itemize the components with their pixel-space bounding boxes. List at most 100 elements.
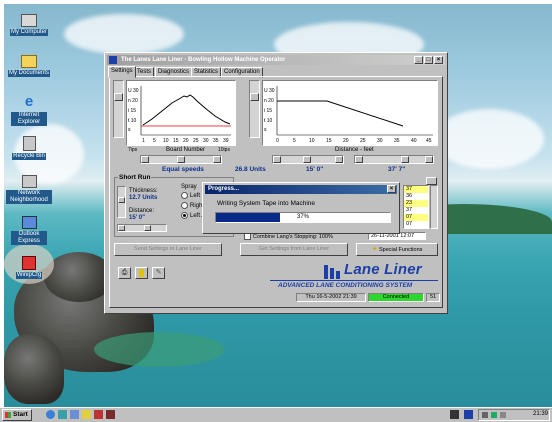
thickness-label: Thickness: <box>129 188 158 194</box>
y-label-2: i 15 <box>128 108 136 114</box>
network-tray-icon[interactable] <box>491 412 497 418</box>
values-list[interactable]: 37 36 23 37 07 07 <box>403 185 429 229</box>
volume-icon[interactable] <box>482 412 488 418</box>
exit-door-icon <box>139 269 144 277</box>
desktop-icon-network[interactable]: Network Neighborhood <box>0 175 64 204</box>
status-number: 51 <box>426 293 440 302</box>
list-action-button[interactable] <box>426 177 437 185</box>
board-profile-line <box>142 94 231 126</box>
progress-dialog-titlebar: Progress... × <box>205 185 397 194</box>
list-item[interactable]: 37 <box>404 186 428 193</box>
x-tick-3: 15 <box>173 138 179 144</box>
spray-left-and-radio-circle <box>181 212 188 219</box>
r-x-tick-8: 40 <box>411 138 417 144</box>
spray-left-radio[interactable]: Left <box>181 192 200 199</box>
desktop-icon-my-documents[interactable]: My Documents <box>0 55 64 77</box>
r-y-label-2: i 15 <box>264 108 272 114</box>
units-readout: 26.8 Units <box>235 166 266 173</box>
r-x-tick-4: 20 <box>343 138 349 144</box>
spray-right-radio[interactable]: Right <box>181 202 204 209</box>
r-x-tick-2: 10 <box>309 138 315 144</box>
status-datetime-text: Thu 16-5-2002 21:39 <box>305 294 357 300</box>
list-item[interactable]: 07 <box>404 221 428 228</box>
x-tick-5: 25 <box>193 138 199 144</box>
equal-speeds-readout: Equal speeds <box>162 166 204 173</box>
short-run-distance-slider[interactable] <box>117 224 167 232</box>
distance-profile-chart: U 30 n 20 i 15 t 10 s 0 5 10 15 20 25 30 <box>262 80 438 146</box>
tray-app-icon-2[interactable] <box>464 410 473 419</box>
r-y-label-1: n 20 <box>264 98 274 104</box>
desktop-icon-winipcfg[interactable]: WinipCfg <box>0 256 64 279</box>
quick-launch-desktop-icon[interactable] <box>58 410 67 419</box>
special-functions-icon: ✦ <box>371 246 378 253</box>
list-item[interactable]: 07 <box>404 214 428 221</box>
printer-tray-icon[interactable] <box>500 412 506 418</box>
left-vertical-slider[interactable] <box>113 80 124 138</box>
left-chart-xlabel: Board Number <box>166 147 206 153</box>
progress-bar: 37% <box>215 212 391 223</box>
start-button[interactable]: Start <box>2 409 32 421</box>
speed-slider[interactable] <box>140 155 222 164</box>
desktop-icon-internet-explorer[interactable]: e Internet Explorer <box>0 94 64 126</box>
distance-label: Distance: <box>129 208 155 214</box>
list-item[interactable]: 23 <box>404 200 428 207</box>
maximize-button[interactable]: □ <box>424 56 433 64</box>
start-label: Start <box>13 411 28 418</box>
send-settings-label: Send Settings to Lane Liner <box>134 246 202 252</box>
quick-launch-outlook-icon[interactable] <box>70 410 79 419</box>
minimize-button[interactable]: _ <box>414 56 423 64</box>
desktop-icon-my-computer[interactable]: My Computer <box>0 14 64 36</box>
left-chart-left-foot: 7ips <box>128 147 138 153</box>
quick-launch-ie-icon[interactable] <box>46 410 55 419</box>
x-tick-8: 39 <box>223 138 229 144</box>
close-button[interactable]: × <box>434 56 443 64</box>
spray-left-label: Left <box>190 193 201 200</box>
right-chart-xlabel: Distance - feet <box>335 147 374 153</box>
list-scrollbar[interactable] <box>430 185 438 229</box>
r-x-tick-9: 45 <box>426 138 432 144</box>
y-label-3: t 10 <box>128 118 137 124</box>
quick-launch-app-icon[interactable] <box>94 410 103 419</box>
progress-dialog: Progress... × Writing System Tape into M… <box>202 182 400 234</box>
quick-launch-lane-icon[interactable] <box>106 410 115 419</box>
desktop-icon-recycle-bin[interactable]: Recycle Bin <box>0 136 64 160</box>
recycle-bin-icon <box>22 136 36 151</box>
tab-settings[interactable]: Settings <box>108 66 136 78</box>
r-y-label-3: t 10 <box>264 118 273 124</box>
y-label-4: s <box>128 127 131 133</box>
get-settings-button[interactable]: Get Settings from Lane Liner <box>240 243 348 256</box>
print-button[interactable]: ⎙ <box>118 267 131 279</box>
list-item[interactable]: 36 <box>404 193 428 200</box>
right-vertical-slider[interactable] <box>249 80 260 138</box>
r-x-tick-5: 25 <box>360 138 366 144</box>
window-titlebar: The Lanes Lane Liner - Bowling Hollow Ma… <box>107 55 445 65</box>
x-tick-2: 10 <box>163 138 169 144</box>
status-number-text: 51 <box>429 294 437 300</box>
distance-slider-a[interactable] <box>272 155 344 164</box>
clock[interactable]: 21:39 <box>533 411 548 417</box>
distance-value: 15' 0" <box>129 215 145 221</box>
brand-logo: Lane Liner <box>324 261 444 279</box>
send-settings-button[interactable]: Send Settings to Lane Liner <box>114 243 222 256</box>
distance-slider-b[interactable] <box>354 155 434 164</box>
distance-readout-a: 15' 0" <box>306 166 324 173</box>
quick-launch-channels-icon[interactable] <box>82 410 91 419</box>
r-y-label-4: s <box>264 127 267 133</box>
tools-button[interactable]: ✎ <box>152 267 165 279</box>
status-connection-text: Connected <box>382 294 410 300</box>
window-title: The Lanes Lane Liner - Bowling Hollow Ma… <box>121 57 286 63</box>
desktop-icon-outlook[interactable]: Outlook Express <box>0 216 64 245</box>
board-profile-chart: U 30 n 20 i 15 t 10 s 1 5 10 15 20 25 30… <box>126 80 236 146</box>
progress-close-button[interactable]: × <box>387 185 396 193</box>
special-functions-button[interactable]: ✦ Special Functions <box>356 243 438 256</box>
spray-right-radio-circle <box>181 202 188 209</box>
internet-explorer-icon: e <box>24 93 34 110</box>
spray-label: Spray <box>181 184 197 190</box>
tray-app-icon-1[interactable] <box>450 410 459 419</box>
thickness-slider[interactable] <box>117 186 126 218</box>
list-item[interactable]: 37 <box>404 207 428 214</box>
combine-checkbox[interactable]: Combine Lang's Stopping: 100% <box>244 233 333 240</box>
exit-button[interactable] <box>135 267 148 279</box>
brand-tagline: ADVANCED LANE CONDITIONING SYSTEM <box>278 282 413 289</box>
progress-dialog-title: Progress... <box>208 186 240 192</box>
